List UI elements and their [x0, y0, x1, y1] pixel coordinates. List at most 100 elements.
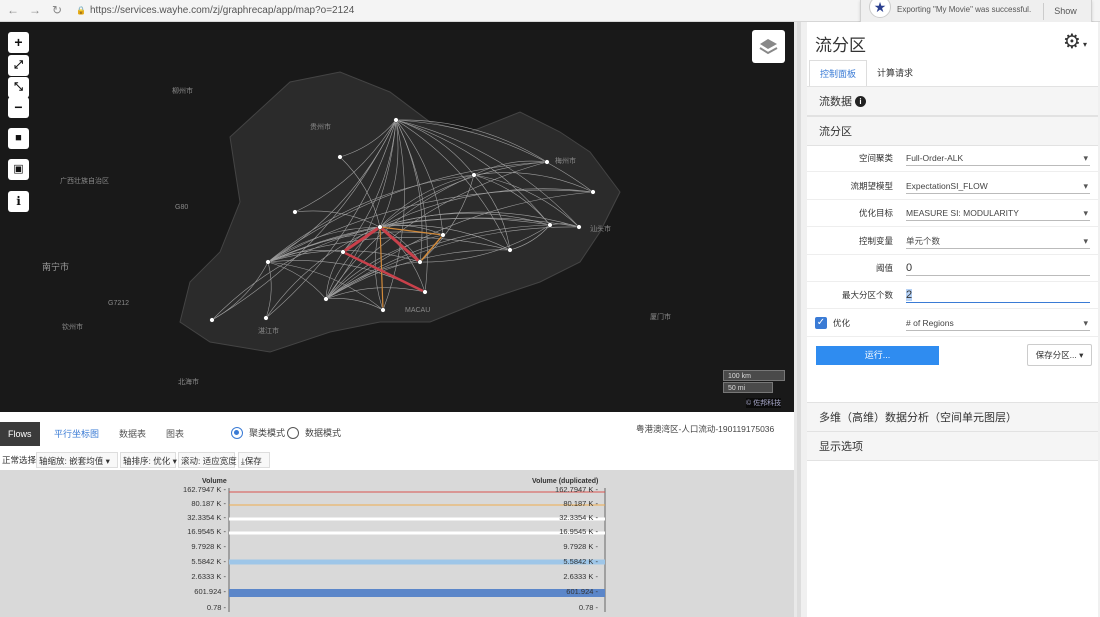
field-flow-model: 流期望模型 ExpectationSI_FLOW [807, 173, 1098, 200]
map-attribution[interactable]: © 佐邦科技 [746, 398, 782, 408]
axis-scale-label: 轴缩放: 嵌套均值 [39, 456, 104, 466]
selection-mode[interactable]: 正常选择 [0, 452, 38, 468]
axis-tick-label: 32.3354 K - [187, 513, 226, 522]
axis-order-label: 轴排序: 优化 [123, 456, 171, 466]
place-label: G80 [175, 204, 189, 211]
map-canvas[interactable] [0, 22, 794, 412]
scale-mi: 50 mi [723, 382, 773, 393]
map-node [265, 259, 271, 265]
forward-arrow-icon[interactable]: → [28, 3, 42, 17]
layers-button[interactable] [752, 30, 785, 63]
axis-scale-select[interactable]: 轴缩放: 嵌套均值 ▾ [36, 452, 118, 468]
map-node [544, 159, 550, 165]
scroll-mode-select[interactable]: 滚动: 适应宽度 [178, 452, 237, 468]
data-mode-label: 数据模式 [305, 428, 342, 438]
place-label: 柳州市 [172, 88, 193, 95]
map-node [417, 259, 423, 265]
notification-message: Exporting "My Movie" was successful. [897, 5, 1032, 14]
scale-km: 100 km [723, 370, 785, 381]
place-label: 钦州市 [62, 324, 83, 331]
place-label: 汕头市 [590, 226, 611, 233]
fit-extent-button[interactable]: ⤢ [8, 55, 29, 76]
info-icon[interactable]: i [855, 96, 866, 107]
map-node [340, 249, 346, 255]
section-flow-partition[interactable]: 流分区 [807, 116, 1098, 146]
save-partition-button[interactable]: 保存分区... ▾ [1027, 344, 1092, 366]
field-label: 阈值 [875, 263, 893, 273]
axis-tick-label: 162.7947 K - [183, 485, 226, 494]
parallel-coordinates-plot[interactable]: Volume Volume (duplicated) 162.7947 K -1… [0, 470, 794, 617]
axis-tick-label: 9.7928 K - [563, 542, 598, 551]
max-regions-input[interactable]: 2 [906, 287, 1090, 303]
field-label: 流期望模型 [850, 181, 893, 191]
axis-tick-label: 80.187 K - [563, 499, 598, 508]
tab-parallel-coords[interactable]: 平行坐标图 [46, 422, 107, 446]
cluster-mode-label: 聚类模式 [249, 428, 286, 438]
map-node [380, 307, 386, 313]
field-label: 优化目标 [858, 208, 893, 218]
axis-tick-label: 5.5842 K - [191, 557, 226, 566]
bottom-panel: Flows 平行坐标图 数据表 图表 聚类模式 数据模式 粤港澳湾区-人口流动-… [0, 412, 794, 617]
tab-compute-requests[interactable]: 计算请求 [867, 60, 923, 87]
place-label: 贵州市 [310, 124, 331, 131]
reload-icon[interactable]: ↻ [50, 3, 64, 17]
info-icon[interactable]: ℹ [8, 191, 29, 212]
place-label: 北海市 [178, 379, 199, 386]
tab-data-table[interactable]: 数据表 [111, 422, 154, 446]
section-display-options[interactable]: 显示选项 [807, 431, 1098, 461]
data-mode-radio[interactable] [287, 427, 299, 439]
tab-flows[interactable]: Flows [0, 422, 40, 446]
place-label: MACAU [405, 307, 431, 314]
field-label: 空间聚类 [858, 153, 893, 163]
place-label: 厦门市 [650, 314, 671, 321]
fullscreen-button[interactable]: ⤡ [8, 77, 29, 98]
threshold-input[interactable]: 0 [906, 260, 1090, 276]
map-node [576, 224, 582, 230]
section-flow-data-label: 流数据 [819, 96, 852, 108]
spatial-cluster-select[interactable]: Full-Order-ALK [906, 150, 1090, 166]
map-node [393, 117, 399, 123]
address-bar[interactable]: 🔒 https://services.wayhe.com/zj/graphreca… [76, 3, 354, 18]
tab-control-panel[interactable]: 控制面板 [809, 60, 868, 87]
zoom-in-button[interactable]: + [8, 32, 29, 53]
flow-model-select[interactable]: ExpectationSI_FLOW [906, 178, 1090, 194]
section-multidim-analysis[interactable]: 多维（高维）数据分析（空间单元图层） [807, 402, 1098, 432]
scroll-mode-label: 滚动: 适应宽度 [181, 456, 237, 466]
axis-tick-label: 16.9545 K - [559, 527, 598, 536]
run-button[interactable]: 运行... [816, 346, 939, 365]
map-node [422, 289, 428, 295]
optimize-checkbox[interactable]: ✓ [815, 317, 827, 329]
url-text: https://services.wayhe.com/zj/graphrecap… [89, 5, 355, 16]
map-view[interactable]: + ⤢ ⤡ − ■ ▣ ℹ 100 km 50 mi © 佐邦科技 南宁市 柳州市… [0, 22, 794, 412]
panel-title: 流分区 [815, 36, 866, 55]
section-flow-data[interactable]: 流数据 i [807, 86, 1098, 116]
field-control-variable: 控制变量 单元个数 [807, 228, 1098, 255]
axis-tick-label: 16.9545 K - [187, 527, 226, 536]
map-node [377, 224, 383, 230]
select-box-button[interactable]: ■ [8, 128, 29, 149]
optimize-select[interactable]: # of Regions [906, 315, 1090, 331]
axis-tick-label: 0.78 - [578, 603, 598, 612]
place-label: G7212 [108, 300, 130, 307]
field-label: 控制变量 [858, 236, 893, 246]
save-map-icon[interactable]: ▣ [8, 159, 29, 180]
tab-chart[interactable]: 图表 [158, 422, 192, 446]
right-panel: 流分区 ⚙ 控制面板 计算请求 流数据i 流分区 空间聚类 Full-Order… [797, 22, 1100, 617]
field-spatial-cluster: 空间聚类 Full-Order-ALK [807, 145, 1098, 172]
cluster-mode-radio[interactable] [231, 427, 243, 439]
axis-tick-label: 601.924 - [194, 587, 226, 596]
control-variable-select[interactable]: 单元个数 [906, 233, 1090, 249]
map-node [292, 209, 298, 215]
app-logo-icon: ★ [869, 0, 891, 18]
gear-icon[interactable]: ⚙ [1063, 29, 1087, 54]
objective-select[interactable]: MEASURE SI: MODULARITY [906, 205, 1090, 221]
map-node [471, 172, 477, 178]
axis-tick-label: 5.5842 K - [563, 557, 598, 566]
field-max-regions: 最大分区个数 2 [807, 282, 1098, 309]
zoom-out-button[interactable]: − [8, 97, 29, 118]
axis-order-select[interactable]: 轴排序: 优化 ▾ [120, 452, 177, 468]
save-pcp-button[interactable]: ⤓保存 [238, 452, 270, 468]
axis-tick-label: 601.924 - [566, 587, 598, 596]
notification-show-button[interactable]: Show [1043, 3, 1087, 20]
back-arrow-icon[interactable]: ← [6, 3, 20, 17]
